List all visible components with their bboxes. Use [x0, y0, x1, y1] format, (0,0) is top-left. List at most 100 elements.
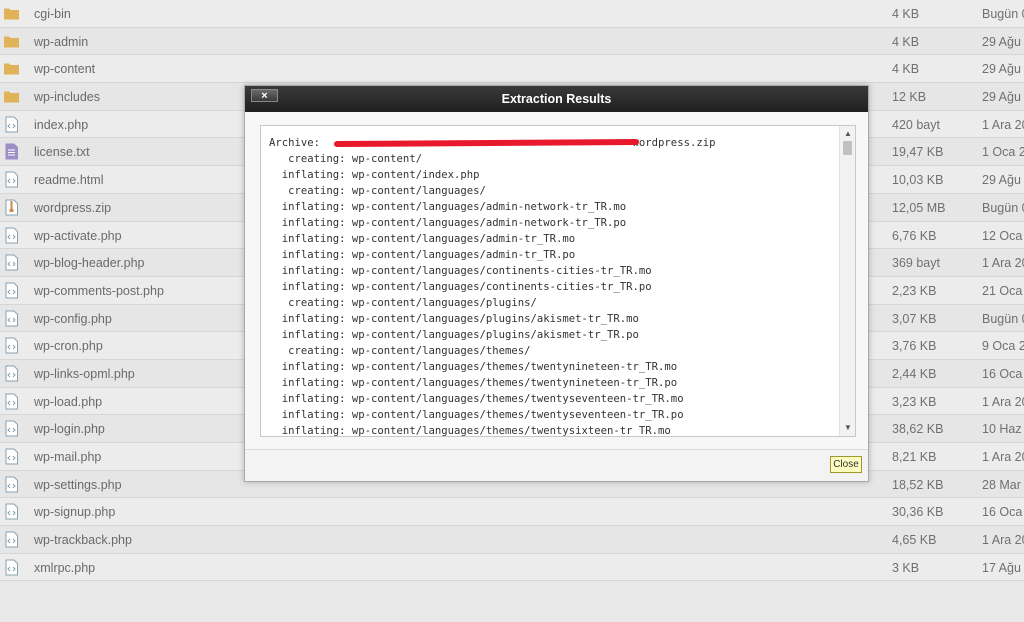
file-name[interactable]: wp-admin [34, 35, 88, 49]
file-size: 4 KB [892, 34, 920, 49]
log-line: creating: wp-content/ [269, 153, 423, 165]
file-size: 38,62 KB [892, 422, 944, 437]
file-size: 2,23 KB [892, 283, 937, 298]
php-file-icon [3, 282, 20, 299]
file-name[interactable]: wp-signup.php [34, 505, 115, 519]
file-date: 29 Ağu [982, 34, 1021, 49]
scroll-down-arrow-icon[interactable]: ▼ [842, 422, 854, 434]
log-line: inflating: wp-content/languages/themes/t… [269, 393, 684, 405]
php-file-icon [3, 476, 20, 493]
folder-icon [3, 33, 20, 50]
php-file-icon [3, 448, 20, 465]
log-line: inflating: wp-content/languages/continen… [269, 281, 652, 293]
file-date: 10 Haz [982, 422, 1022, 437]
file-name[interactable]: wp-load.php [34, 395, 102, 409]
log-line: creating: wp-content/languages/ [269, 185, 486, 197]
file-size: 8,21 KB [892, 450, 937, 464]
php-file-icon [3, 310, 20, 327]
php-file-icon [3, 337, 20, 354]
file-row[interactable]: wp-content 4 KB 29 Ağu [0, 55, 1024, 84]
file-date: 1 Ara 20 [982, 394, 1024, 409]
file-name[interactable]: wordpress.zip [34, 201, 111, 215]
file-size: 3,76 KB [892, 339, 937, 354]
extraction-output: Archive: wordpress.zip creating: wp-cont… [260, 125, 856, 437]
text-file-icon [3, 143, 20, 160]
file-row[interactable]: cgi-bin 4 KB Bugün 0 [0, 0, 1024, 28]
file-name[interactable]: wp-links-opml.php [34, 367, 135, 381]
php-file-icon [3, 393, 20, 410]
php-file-icon [3, 254, 20, 271]
file-date: Bugün 0 [982, 7, 1024, 21]
php-file-icon [3, 116, 20, 133]
dialog-footer: Close [245, 449, 868, 481]
log-line: inflating: wp-content/languages/themes/t… [269, 409, 684, 421]
extraction-log: Archive: wordpress.zip creating: wp-cont… [269, 135, 715, 437]
file-row[interactable]: wp-signup.php 30,36 KB 16 Oca [0, 498, 1024, 527]
log-line: inflating: wp-content/languages/themes/t… [269, 377, 678, 389]
php-file-icon [3, 559, 20, 576]
file-size: 19,47 KB [892, 145, 944, 160]
file-name[interactable]: wp-config.php [34, 312, 112, 326]
file-date: 1 Ara 20 [982, 117, 1024, 132]
file-size: 4,65 KB [892, 533, 937, 548]
scroll-thumb[interactable] [843, 141, 852, 155]
output-scrollbar[interactable]: ▲ ▼ [839, 126, 855, 436]
file-name[interactable]: wp-comments-post.php [34, 284, 164, 298]
file-size: 2,44 KB [892, 366, 937, 381]
file-name[interactable]: wp-cron.php [34, 339, 103, 353]
scroll-up-arrow-icon[interactable]: ▲ [842, 128, 854, 140]
file-name[interactable]: wp-settings.php [34, 478, 122, 492]
file-name[interactable]: cgi-bin [34, 7, 71, 21]
log-line: inflating: wp-content/index.php [269, 169, 480, 181]
file-date: 29 Ağu [982, 173, 1021, 188]
file-name[interactable]: index.php [34, 118, 88, 132]
file-name[interactable]: wp-includes [34, 90, 100, 104]
file-date: 17 Ağu [982, 560, 1021, 575]
file-row[interactable]: xmlrpc.php 3 KB 17 Ağu [0, 553, 1024, 582]
log-line: inflating: wp-content/languages/admin-ne… [269, 201, 627, 213]
file-name[interactable]: wp-login.php [34, 422, 105, 436]
log-line: inflating: wp-content/languages/continen… [269, 265, 652, 277]
close-button[interactable]: Close [830, 456, 862, 473]
log-line: inflating: wp-content/languages/admin-tr… [269, 249, 576, 261]
file-date: 1 Ara 20 [982, 256, 1024, 271]
log-line: creating: wp-content/languages/plugins/ [269, 297, 537, 309]
file-date: Bugün 0 [982, 311, 1024, 326]
file-name[interactable]: wp-blog-header.php [34, 256, 145, 270]
folder-icon [3, 88, 20, 105]
file-date: 1 Oca 2 [982, 145, 1024, 160]
file-row[interactable]: wp-trackback.php 4,65 KB 1 Ara 20 [0, 526, 1024, 554]
file-size: 4 KB [892, 7, 920, 21]
log-line: inflating: wp-content/languages/plugins/… [269, 329, 639, 341]
folder-icon [3, 60, 20, 77]
file-date: 9 Oca 2 [982, 339, 1024, 354]
log-line: creating: wp-content/languages/themes/ [269, 345, 531, 357]
code-file-icon [3, 171, 20, 188]
file-size: 369 bayt [892, 256, 940, 271]
file-date: 29 Ağu [982, 90, 1021, 105]
file-name[interactable]: wp-content [34, 62, 95, 76]
php-file-icon [3, 227, 20, 244]
folder-icon [3, 5, 20, 22]
log-line: inflating: wp-content/languages/admin-ne… [269, 217, 627, 229]
php-file-icon [3, 503, 20, 520]
file-size: 4 KB [892, 62, 920, 77]
file-row[interactable]: wp-admin 4 KB 29 Ağu [0, 27, 1024, 56]
file-size: 18,52 KB [892, 477, 944, 492]
file-size: 30,36 KB [892, 505, 944, 520]
file-size: 12 KB [892, 90, 927, 105]
file-name[interactable]: license.txt [34, 145, 90, 159]
file-name[interactable]: readme.html [34, 173, 103, 187]
file-size: 3 KB [892, 560, 920, 575]
file-date: 12 Oca [982, 228, 1023, 243]
log-line: inflating: wp-content/languages/themes/t… [269, 425, 671, 437]
file-size: 6,76 KB [892, 228, 937, 243]
file-name[interactable]: xmlrpc.php [34, 561, 95, 575]
php-file-icon [3, 365, 20, 382]
file-name[interactable]: wp-trackback.php [34, 533, 132, 547]
file-name[interactable]: wp-mail.php [34, 450, 101, 464]
dialog-header: × Extraction Results [245, 86, 868, 112]
file-size: 10,03 KB [892, 173, 944, 188]
file-name[interactable]: wp-activate.php [34, 229, 122, 243]
log-line: inflating: wp-content/languages/plugins/… [269, 313, 639, 325]
